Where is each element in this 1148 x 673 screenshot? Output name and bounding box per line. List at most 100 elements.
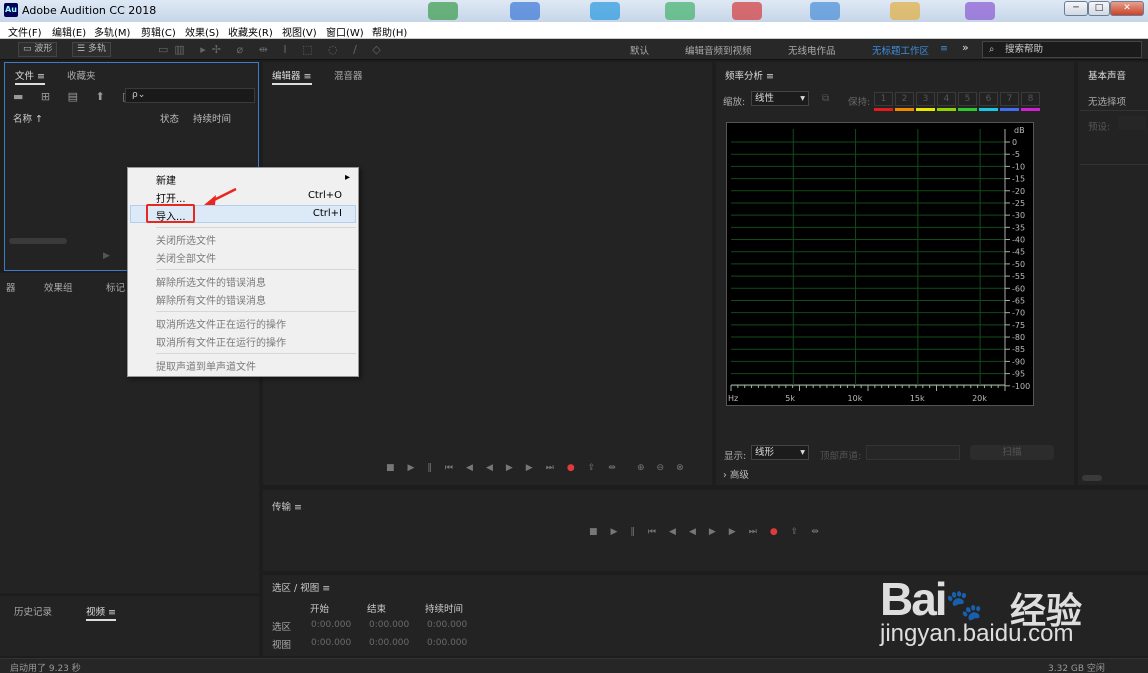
preset-select[interactable]: [1118, 116, 1146, 130]
scan-button[interactable]: 扫描: [970, 445, 1054, 460]
menu-item-cancel-selected[interactable]: 取消所选文件正在运行的操作: [156, 316, 356, 332]
menu-edit[interactable]: 编辑(E): [52, 24, 86, 39]
menu-view[interactable]: 视图(V): [282, 24, 317, 39]
tab-history[interactable]: 历史记录: [14, 604, 52, 618]
square-icon[interactable]: ⧉: [822, 93, 829, 104]
files-scrollbar[interactable]: [9, 238, 67, 244]
selection-end[interactable]: 0:00.000: [369, 620, 409, 630]
workspace-more-icon[interactable]: »: [962, 41, 969, 54]
db-unit-label: dB: [1014, 126, 1025, 135]
hold-button-3[interactable]: 3: [916, 92, 935, 106]
tab-files[interactable]: 文件 ≡: [15, 68, 45, 85]
menu-item-clear-all-errors[interactable]: 解除所有文件的错误消息: [156, 292, 356, 308]
db-tick-label: -10: [1012, 162, 1025, 171]
watermark-url: jingyan.baidu.com: [880, 620, 1074, 647]
chevron-right-icon: ▸: [344, 172, 350, 183]
workspace-menu-icon[interactable]: ≡: [940, 43, 948, 54]
files-toolbar-icons[interactable]: ▬ ⊞ ▤ ⬆ ▯: [13, 90, 135, 103]
tab-markers[interactable]: 标记: [106, 280, 125, 294]
menu-file[interactable]: 文件(F): [8, 24, 42, 39]
hold-button-7[interactable]: 7: [1000, 92, 1019, 106]
background-taskbar-icons: [420, 0, 1060, 22]
chevron-down-icon: ▾: [800, 447, 805, 458]
menu-clip[interactable]: 剪辑(C): [141, 24, 176, 39]
status-disk-free: 3.32 GB 空闲: [1048, 664, 1105, 673]
menu-window[interactable]: 窗口(W): [326, 24, 364, 39]
hold-button-5[interactable]: 5: [958, 92, 977, 106]
watermark-brand: Bai🐾: [880, 573, 983, 625]
divider: [1080, 164, 1148, 165]
files-context-menu: 新建 ▸ 打开... Ctrl+O 导入... Ctrl+I 关闭所选文件 关闭全部文…: [127, 167, 359, 377]
play-icon[interactable]: ▶: [103, 251, 110, 261]
top-channel-label: 顶部声道:: [820, 451, 862, 462]
menu-item-cancel-all[interactable]: 取消所有文件正在运行的操作: [156, 334, 356, 350]
tab-mixer-partial[interactable]: 器: [6, 280, 16, 294]
db-tick-label: -75: [1012, 321, 1025, 330]
selection-start[interactable]: 0:00.000: [311, 620, 351, 630]
workspace-untitled[interactable]: 无标题工作区: [872, 43, 929, 57]
app-logo: Au: [4, 3, 18, 17]
status-left: 启动用了 9.23 秒: [10, 664, 81, 673]
paw-icon: 🐾: [945, 589, 983, 622]
maximize-button[interactable]: □: [1088, 1, 1110, 16]
menu-item-new[interactable]: 新建 ▸: [156, 172, 356, 188]
help-search-input[interactable]: ⌕ 搜索帮助: [982, 41, 1142, 58]
editor-transport-controls[interactable]: ■▶‖⏮◀◀▶▶⏭●⇪⇹: [386, 463, 629, 473]
spectrum-grid: 0 -5 -10 -15 -20 -25 -30 -35 -40 -45 -50 -55 -60 -65 -…: [728, 126, 1030, 403]
tab-editor[interactable]: 编辑器 ≡: [272, 68, 312, 85]
menu-item-extract-channels[interactable]: 提取声道到单声道文件: [156, 358, 356, 374]
top-channel-select[interactable]: [866, 445, 960, 460]
tab-mixer[interactable]: 混音器: [334, 68, 363, 82]
workspace-edit-to-video[interactable]: 编辑音频到视频: [685, 43, 752, 57]
minimize-button[interactable]: ─: [1064, 1, 1088, 16]
multitrack-view-button[interactable]: ☰ 多轨: [72, 42, 111, 57]
transport-title: 传输 ≡: [272, 502, 302, 513]
hold-button-6[interactable]: 6: [979, 92, 998, 106]
tool-icons[interactable]: ▭▥ ▸✢ ⌀ ⇹ Ⅰ ⬚ ◌ ∕ ◇: [158, 43, 387, 56]
menu-multitrack[interactable]: 多轨(M): [94, 24, 130, 39]
hold-button-1[interactable]: 1: [874, 92, 893, 106]
menu-item-close-selected[interactable]: 关闭所选文件: [156, 232, 356, 248]
hold-color-6: [979, 108, 998, 111]
files-search-input[interactable]: ρ⌄: [125, 88, 255, 103]
tab-effects-rack[interactable]: 效果组: [44, 280, 73, 294]
selection-duration[interactable]: 0:00.000: [427, 620, 467, 630]
workspace-default[interactable]: 默认: [630, 43, 649, 57]
basic-sound-scrollbar[interactable]: [1082, 475, 1102, 481]
hold-button-4[interactable]: 4: [937, 92, 956, 106]
view-duration[interactable]: 0:00.000: [427, 638, 467, 648]
tab-video[interactable]: 视频 ≡: [86, 604, 116, 621]
toolbar: ▭ 波形 ☰ 多轨 ▭▥ ▸✢ ⌀ ⇹ Ⅰ ⬚ ◌ ∕ ◇ 默认 编辑音频到视频…: [0, 39, 1148, 60]
zoom-select[interactable]: 线性 ▾: [751, 91, 809, 106]
title-bar: Au Adobe Audition CC 2018 ─ □ ✕: [0, 0, 1148, 22]
advanced-toggle[interactable]: › 高级: [723, 467, 749, 481]
search-icon: ⌕: [989, 44, 995, 55]
view-start[interactable]: 0:00.000: [311, 638, 351, 648]
hold-button-8[interactable]: 8: [1021, 92, 1040, 106]
hold-button-2[interactable]: 2: [895, 92, 914, 106]
menu-bar: 文件(F) 编辑(E) 多轨(M) 剪辑(C) 效果(S) 收藏夹(R) 视图(…: [0, 22, 1148, 39]
hold-label: 保持:: [848, 97, 871, 108]
menu-item-close-all[interactable]: 关闭全部文件: [156, 250, 356, 266]
menu-item-clear-selected-errors[interactable]: 解除所选文件的错误消息: [156, 274, 356, 290]
menu-help[interactable]: 帮助(H): [372, 24, 407, 39]
db-tick-label: -5: [1012, 150, 1020, 159]
menu-separator: [156, 269, 356, 270]
menu-favorites[interactable]: 收藏夹(R): [228, 24, 273, 39]
menu-effects[interactable]: 效果(S): [185, 24, 219, 39]
col-name-header[interactable]: 名称 ↑: [13, 111, 43, 125]
close-button[interactable]: ✕: [1110, 1, 1144, 16]
workspace-radio[interactable]: 无线电作品: [788, 43, 836, 57]
menu-separator: [156, 227, 356, 228]
transport-controls[interactable]: ■▶‖⏮◀◀▶▶⏭●⇪⇹: [589, 527, 832, 537]
col-status-header[interactable]: 状态: [160, 111, 179, 125]
col-duration-header[interactable]: 持续时间: [193, 111, 231, 125]
tab-favorites[interactable]: 收藏夹: [67, 68, 96, 82]
view-end[interactable]: 0:00.000: [369, 638, 409, 648]
display-select[interactable]: 线形 ▾: [751, 445, 809, 460]
zoom-controls[interactable]: ⊕⊖⊗: [637, 463, 696, 473]
db-tick-label: -90: [1012, 357, 1025, 366]
waveform-view-button[interactable]: ▭ 波形: [18, 42, 58, 57]
status-bar: 启动用了 9.23 秒 3.32 GB 空闲: [0, 658, 1148, 673]
selection-view-title: 选区 / 视图 ≡: [272, 583, 331, 594]
